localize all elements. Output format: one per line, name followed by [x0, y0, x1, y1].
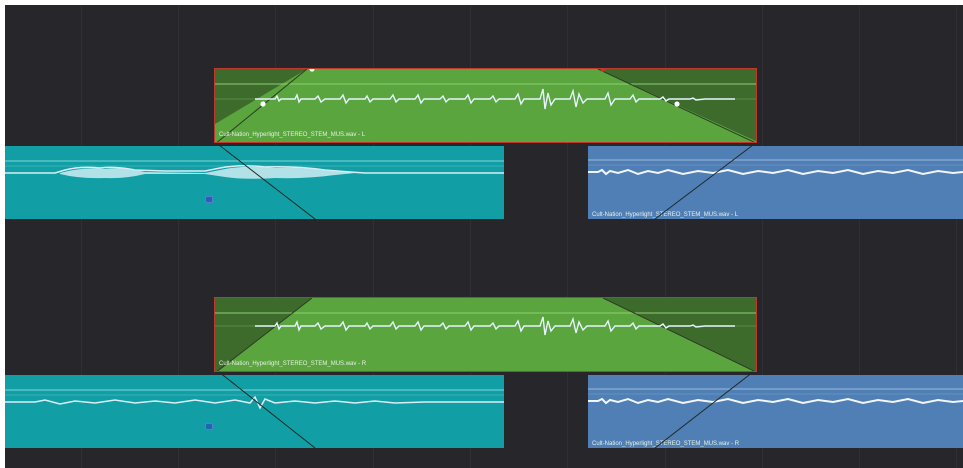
waveform — [588, 159, 963, 176]
crossfade-clip[interactable]: Cult-Nation_Hyperlight_STEREO_STEM_MUS.w… — [214, 68, 757, 143]
clip-filename-label: Cult-Nation_Hyperlight_STEREO_STEM_MUS.w… — [592, 212, 739, 218]
timeline[interactable]: Cult-Nation_Hyperlight_STEREO_STEM_MUS.w… — [5, 5, 963, 468]
link-icon — [205, 196, 213, 203]
clip-filename-label: Cult-Nation_Hyperlight_STEREO_STEM_MUS.w… — [219, 361, 367, 367]
audio-clip-right[interactable]: Cult-Nation_Hyperlight_STEREO_STEM_MUS.w… — [588, 375, 963, 448]
crossfade-clip[interactable]: Cult-Nation_Hyperlight_STEREO_STEM_MUS.w… — [214, 297, 757, 372]
audio-clip-left[interactable] — [5, 375, 504, 448]
waveform — [5, 160, 504, 179]
link-icon — [205, 423, 213, 430]
audio-clip-left[interactable] — [5, 146, 504, 219]
waveform — [5, 389, 504, 410]
clip-filename-label: Cult-Nation_Hyperlight_STEREO_STEM_MUS.w… — [219, 132, 366, 138]
audio-track-left-channel: Cult-Nation_Hyperlight_STEREO_STEM_MUS.w… — [5, 5, 963, 231]
audio-track-right-channel: Cult-Nation_Hyperlight_STEREO_STEM_MUS.w… — [5, 231, 963, 468]
audio-clip-right[interactable]: Cult-Nation_Hyperlight_STEREO_STEM_MUS.w… — [588, 146, 963, 219]
clip-filename-label: Cult-Nation_Hyperlight_STEREO_STEM_MUS.w… — [592, 441, 740, 447]
waveform — [588, 388, 963, 405]
